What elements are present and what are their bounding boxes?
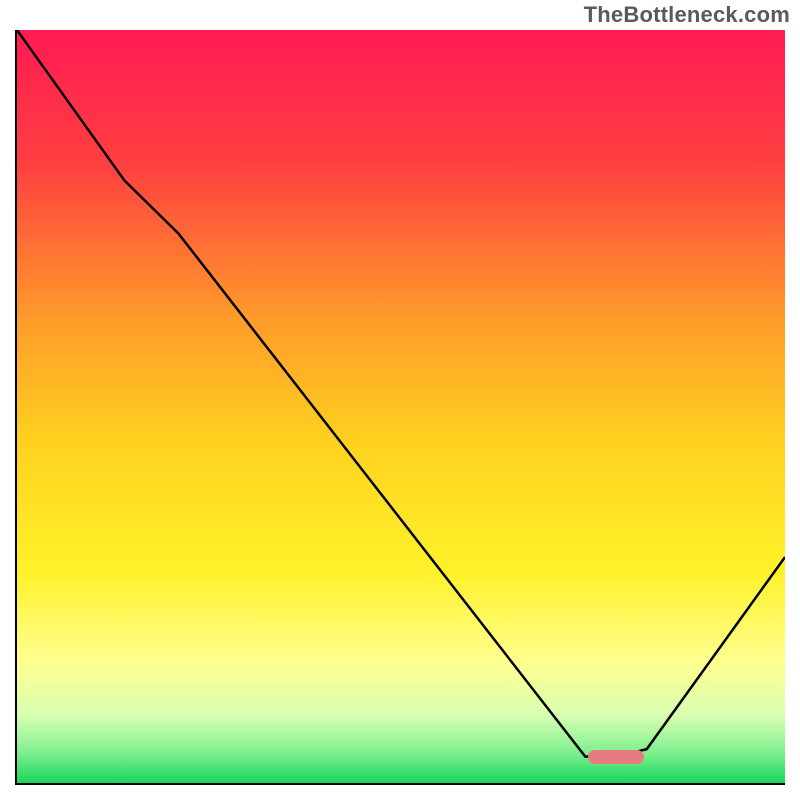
chart-container: TheBottleneck.com: [0, 0, 800, 800]
line-series: [17, 30, 785, 783]
watermark: TheBottleneck.com: [584, 2, 790, 28]
plot-area: [15, 30, 785, 785]
optimum-marker: [588, 750, 644, 764]
bottleneck-curve: [17, 30, 785, 757]
